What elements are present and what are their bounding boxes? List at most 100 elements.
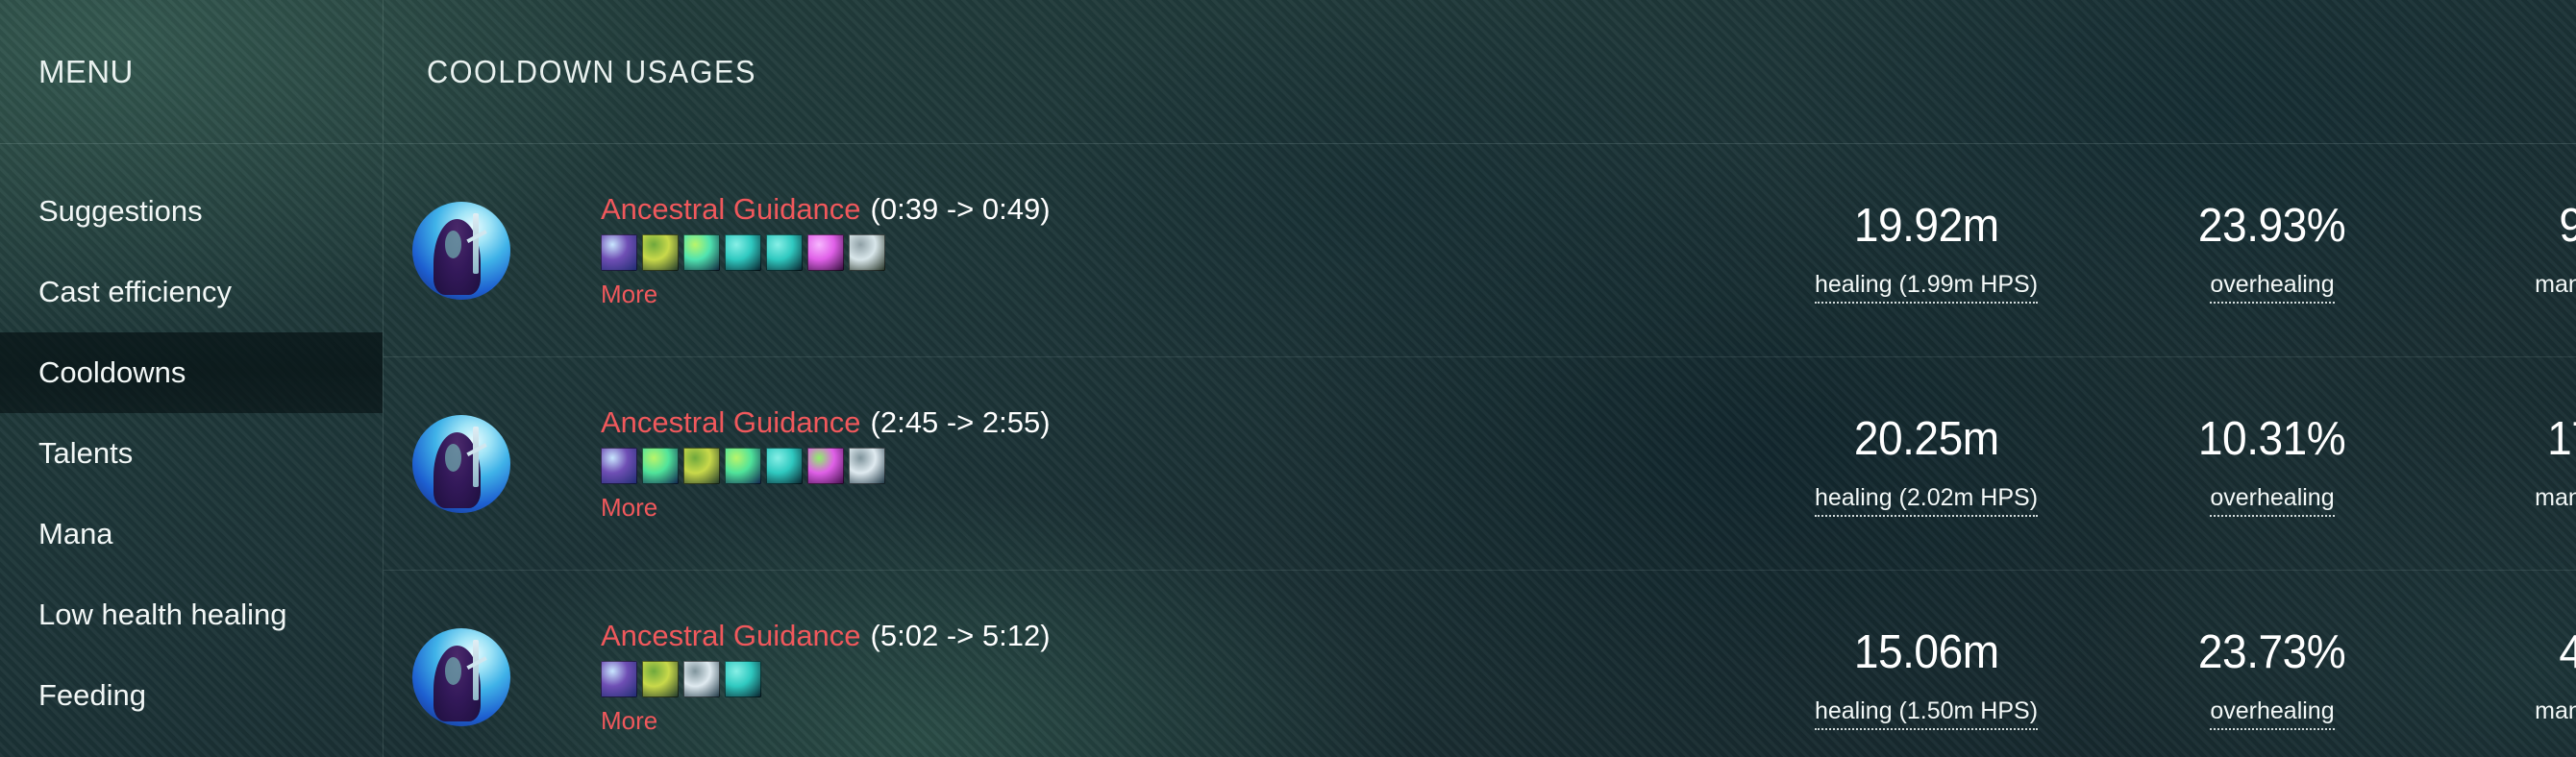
more-link[interactable]: More xyxy=(601,280,657,309)
sidebar-item-label: Feeding xyxy=(38,678,147,712)
sidebar-item-feeding[interactable]: Feeding xyxy=(0,655,383,736)
ability-icon-healing-surge[interactable] xyxy=(766,233,803,271)
page-title: COOLDOWN USAGES xyxy=(427,53,756,89)
mana-used-label: mana used xyxy=(2535,484,2576,511)
cooldown-list: Ancestral Guidance (0:39 -> 0:49) More 19.9… xyxy=(384,144,2576,757)
ability-name-link[interactable]: Ancestral Guidance xyxy=(601,619,861,653)
healing-value: 20.25m xyxy=(1853,413,1999,465)
cooldown-time-window: (5:02 -> 5:12) xyxy=(870,618,1051,652)
cooldown-usages-page: MENU Suggestions Cast efficiency Cooldowns… xyxy=(0,0,2576,757)
cooldown-title-line: Ancestral Guidance (5:02 -> 5:12) xyxy=(601,619,1739,653)
stat-healing: 15.06m healing (1.50m HPS) xyxy=(1739,623,2114,730)
shadowmend-portrait-icon xyxy=(412,414,510,513)
ability-icon-healing-wave[interactable] xyxy=(725,660,761,697)
ability-name-link[interactable]: Ancestral Guidance xyxy=(601,405,861,440)
cooldown-stats: 20.25m healing (2.02m HPS) 10.31% overheali… xyxy=(1739,410,2576,517)
sidebar-item-mana[interactable]: Mana xyxy=(0,494,383,574)
ability-icon-ancestral-guidance[interactable] xyxy=(601,660,637,697)
cooldown-title-line: Ancestral Guidance (2:45 -> 2:55) xyxy=(601,405,1739,440)
stat-mana: 42k mana used xyxy=(2431,623,2576,725)
sidebar-item-suggestions[interactable]: Suggestions xyxy=(0,171,383,252)
ability-icon-riptide[interactable] xyxy=(683,233,720,271)
overhealing-value: 23.93% xyxy=(2198,200,2346,252)
healing-value: 15.06m xyxy=(1853,626,1999,678)
avatar-hood-glow xyxy=(444,231,461,258)
sidebar-item-label: Cooldowns xyxy=(38,355,186,389)
ability-icon-healing-rain[interactable] xyxy=(683,447,720,484)
stat-mana: 90k mana used xyxy=(2431,197,2576,299)
content-header: COOLDOWN USAGES xyxy=(384,0,2576,144)
healing-label[interactable]: healing (1.99m HPS) xyxy=(1814,271,2039,304)
avatar-hood-glow xyxy=(444,657,461,685)
cooldown-row: Ancestral Guidance (5:02 -> 5:12) More 15.0… xyxy=(384,571,2576,757)
stat-healing: 20.25m healing (2.02m HPS) xyxy=(1739,410,2114,517)
page-layout: MENU Suggestions Cast efficiency Cooldowns… xyxy=(0,0,2576,757)
cooldown-row-body: Ancestral Guidance (5:02 -> 5:12) More xyxy=(528,619,1739,736)
mana-used-label: mana used xyxy=(2535,271,2576,298)
ability-icon-healing-wave[interactable] xyxy=(725,233,761,271)
cooldown-title-line: Ancestral Guidance (0:39 -> 0:49) xyxy=(601,192,1739,227)
ability-icon-chain-heal[interactable] xyxy=(807,233,844,271)
sidebar: MENU Suggestions Cast efficiency Cooldowns… xyxy=(0,0,384,757)
shadowmend-portrait-icon xyxy=(412,201,510,300)
mana-used-value: 42k xyxy=(2560,629,2576,676)
cooldown-row-body: Ancestral Guidance (2:45 -> 2:55) More xyxy=(528,405,1739,523)
ability-icon-ancestral-guidance[interactable] xyxy=(601,233,637,271)
ability-icon-healing-rain[interactable] xyxy=(642,660,679,697)
healing-label[interactable]: healing (1.50m HPS) xyxy=(1814,697,2039,730)
ability-icon-wind-shear[interactable] xyxy=(849,233,885,271)
shadowmend-portrait-icon xyxy=(412,627,510,726)
cooldown-time-window: (0:39 -> 0:49) xyxy=(870,191,1051,226)
ability-icon-riptide-2[interactable] xyxy=(725,447,761,484)
sidebar-item-cooldowns[interactable]: Cooldowns xyxy=(0,332,383,413)
sidebar-item-label: Mana xyxy=(38,517,113,550)
stat-overhealing: 23.73% overhealing xyxy=(2114,623,2431,730)
cooldown-time-window: (2:45 -> 2:55) xyxy=(870,404,1051,439)
cooldown-stats: 19.92m healing (1.99m HPS) 23.93% overheali… xyxy=(1739,197,2576,304)
sidebar-item-label: Suggestions xyxy=(38,194,203,228)
overhealing-label[interactable]: overhealing xyxy=(2210,697,2335,730)
ability-icon-healing-rain[interactable] xyxy=(642,233,679,271)
sidebar-item-label: Low health healing xyxy=(38,598,287,631)
cooldown-stats: 15.06m healing (1.50m HPS) 23.73% overheali… xyxy=(1739,623,2576,730)
sidebar-item-label: Cast efficiency xyxy=(38,275,233,308)
sidebar-header: MENU xyxy=(0,0,383,144)
cooldown-row: Ancestral Guidance (0:39 -> 0:49) More 19.9… xyxy=(384,144,2576,357)
ability-icon-healing-wave[interactable] xyxy=(766,447,803,484)
sidebar-item-cast-efficiency[interactable]: Cast efficiency xyxy=(0,252,383,332)
overhealing-label[interactable]: overhealing xyxy=(2210,271,2335,304)
stat-overhealing: 23.93% overhealing xyxy=(2114,197,2431,304)
ability-icon-list xyxy=(601,233,1739,271)
avatar-staff xyxy=(473,212,480,274)
ability-icon-windstrike[interactable] xyxy=(683,660,720,697)
ability-icon-list xyxy=(601,447,1739,484)
stat-healing: 19.92m healing (1.99m HPS) xyxy=(1739,197,2114,304)
ability-icon-windstrike[interactable] xyxy=(849,447,885,484)
healing-label[interactable]: healing (2.02m HPS) xyxy=(1814,484,2039,517)
overhealing-label[interactable]: overhealing xyxy=(2210,484,2335,517)
more-link[interactable]: More xyxy=(601,706,657,736)
ability-icon-riptide[interactable] xyxy=(642,447,679,484)
ability-name-link[interactable]: Ancestral Guidance xyxy=(601,192,861,227)
mana-used-label: mana used xyxy=(2535,697,2576,724)
menu-title: MENU xyxy=(38,53,134,89)
avatar-hood-glow xyxy=(444,444,461,472)
overhealing-value: 10.31% xyxy=(2198,413,2346,465)
ability-icon-list xyxy=(601,660,1739,697)
more-link[interactable]: More xyxy=(601,493,657,523)
main-content: COOLDOWN USAGES Ancestral Guidance (0:39 … xyxy=(384,0,2576,757)
avatar-staff xyxy=(473,426,480,487)
sidebar-item-low-health-healing[interactable]: Low health healing xyxy=(0,574,383,655)
healing-value: 19.92m xyxy=(1853,200,1999,252)
sidebar-nav: Suggestions Cast efficiency Cooldowns Talen… xyxy=(0,144,383,736)
ability-icon-chain-heal[interactable] xyxy=(807,447,844,484)
avatar-staff xyxy=(473,639,480,700)
sidebar-item-talents[interactable]: Talents xyxy=(0,413,383,494)
stat-overhealing: 10.31% overhealing xyxy=(2114,410,2431,517)
sidebar-item-label: Talents xyxy=(38,436,134,470)
stat-mana: 172k mana used xyxy=(2431,410,2576,512)
ability-icon-ancestral-guidance[interactable] xyxy=(601,447,637,484)
cooldown-row: Ancestral Guidance (2:45 -> 2:55) More 20.2… xyxy=(384,357,2576,571)
mana-used-value: 90k xyxy=(2560,203,2576,250)
cooldown-row-body: Ancestral Guidance (0:39 -> 0:49) More xyxy=(528,192,1739,309)
